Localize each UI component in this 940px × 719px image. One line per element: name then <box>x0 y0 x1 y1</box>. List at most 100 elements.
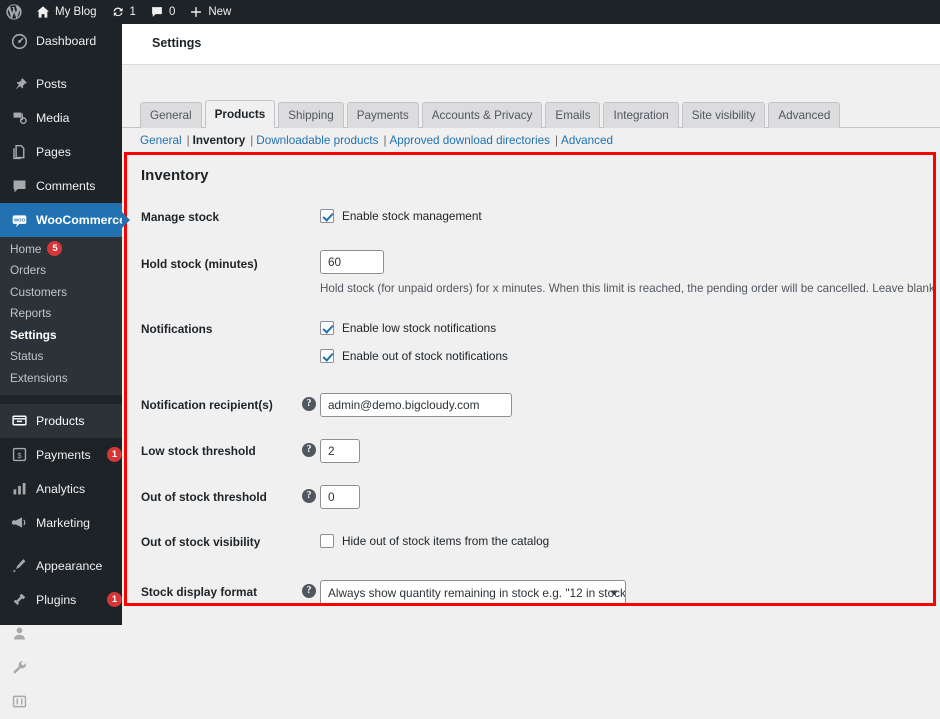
admin-sidebar: Dashboard Posts Media Pages Comments WOO WooCo… <box>0 24 130 709</box>
new-content-button[interactable]: New <box>182 0 238 24</box>
out-of-stock-threshold-input[interactable] <box>320 485 360 509</box>
out-of-stock-notifications-checkbox[interactable] <box>320 349 334 363</box>
subnav-separator: | <box>383 134 387 147</box>
tab-advanced[interactable]: Advanced <box>768 102 841 128</box>
sidebar-item-label: Comments <box>36 179 96 193</box>
tab-products[interactable]: Products <box>204 100 276 128</box>
subnav-separator: | <box>250 134 254 147</box>
sidebar-item-posts[interactable]: Posts <box>0 67 122 101</box>
stock-display-format-select[interactable]: Always show quantity remaining in stock … <box>320 580 626 603</box>
sidebar-item-label: Dashboard <box>36 34 97 48</box>
chevron-down-icon <box>610 590 618 595</box>
sidebar-item-badge: 1 <box>107 447 122 462</box>
submenu-item-home[interactable]: Home 5 <box>0 238 122 260</box>
tab-accounts-privacy[interactable]: Accounts & Privacy <box>421 102 543 128</box>
enable-stock-management-checkbox[interactable] <box>320 209 334 223</box>
sidebar-item-label: Plugins <box>36 592 77 607</box>
sidebar-item-settings[interactable]: Settings <box>0 685 122 719</box>
manage-stock-label: Manage stock <box>141 210 220 224</box>
submenu-item-extensions[interactable]: Extensions <box>0 367 122 389</box>
settings-tabs: General Products Shipping Payments Accounts … <box>140 100 940 128</box>
updates-count: 1 <box>129 6 136 18</box>
sidebar-item-badge: 1 <box>107 592 122 607</box>
hold-stock-input[interactable] <box>320 250 384 274</box>
sidebar-item-marketing[interactable]: Marketing <box>0 506 122 540</box>
subnav-item-inventory[interactable]: Inventory <box>193 134 246 147</box>
tab-general[interactable]: General <box>140 102 202 128</box>
stock-display-format-help-icon[interactable]: ? <box>302 584 316 598</box>
page-header-bar: Settings <box>122 24 940 65</box>
sidebar-item-dashboard[interactable]: Dashboard <box>0 24 122 58</box>
sidebar-item-media[interactable]: Media <box>0 101 122 135</box>
products-icon <box>9 411 29 431</box>
woocommerce-submenu: Home 5 Orders Customers Reports Settings Statu… <box>0 237 122 395</box>
home-icon <box>36 5 50 19</box>
stock-display-format-value: Always show quantity remaining in stock … <box>328 585 626 600</box>
tab-shipping[interactable]: Shipping <box>278 102 344 128</box>
submenu-item-badge: 5 <box>47 241 63 257</box>
sidebar-item-appearance[interactable]: Appearance <box>0 549 122 583</box>
wp-logo-button[interactable] <box>0 0 29 24</box>
sidebar-item-comments[interactable]: Comments <box>0 169 122 203</box>
sidebar-item-label: Posts <box>36 77 67 91</box>
new-content-label: New <box>208 6 232 18</box>
low-stock-notifications-checkbox[interactable] <box>320 321 334 335</box>
low-stock-threshold-input-wrap <box>320 439 360 463</box>
stock-display-format-select-wrap: Always show quantity remaining in stock … <box>320 580 626 603</box>
low-stock-threshold-help-icon[interactable]: ? <box>302 443 316 457</box>
enable-stock-management-label: Enable stock management <box>342 209 482 223</box>
comment-icon <box>9 176 29 196</box>
submenu-item-settings[interactable]: Settings <box>0 324 122 346</box>
notification-recipients-label: Notification recipient(s) <box>141 398 273 412</box>
woocommerce-icon: WOO <box>9 210 29 230</box>
submenu-item-reports[interactable]: Reports <box>0 303 122 325</box>
submenu-item-customers[interactable]: Customers <box>0 281 122 303</box>
out-of-stock-threshold-help-icon[interactable]: ? <box>302 489 316 503</box>
notification-recipients-help-icon[interactable]: ? <box>302 397 316 411</box>
low-stock-notifications-checkbox-row[interactable]: Enable low stock notifications <box>320 321 496 335</box>
tab-payments[interactable]: Payments <box>346 102 419 128</box>
enable-stock-management-checkbox-row[interactable]: Enable stock management <box>320 209 482 223</box>
tab-emails[interactable]: Emails <box>545 102 601 128</box>
updates-button[interactable]: 1 <box>104 0 143 24</box>
tab-site-visibility[interactable]: Site visibility <box>681 102 766 128</box>
tab-integration[interactable]: Integration <box>603 102 679 128</box>
media-icon <box>9 108 29 128</box>
sidebar-item-label: Products <box>36 413 85 428</box>
hold-stock-label: Hold stock (minutes) <box>141 257 258 271</box>
comments-button[interactable]: 0 <box>143 0 182 24</box>
subnav-item-downloadable-products[interactable]: Downloadable products <box>256 134 378 147</box>
low-stock-notifications-label: Enable low stock notifications <box>342 321 497 335</box>
subnav-item-advanced[interactable]: Advanced <box>561 134 613 147</box>
sidebar-item-analytics[interactable]: Analytics <box>0 472 122 506</box>
hide-out-of-stock-checkbox-row[interactable]: Hide out of stock items from the catalog <box>320 534 549 548</box>
sidebar-item-users[interactable]: Users <box>0 617 122 651</box>
hide-out-of-stock-label: Hide out of stock items from the catalog <box>342 534 550 548</box>
sidebar-item-pages[interactable]: Pages <box>0 135 122 169</box>
hide-out-of-stock-checkbox[interactable] <box>320 534 334 548</box>
sidebar-item-tools[interactable]: Tools <box>0 651 122 685</box>
low-stock-threshold-label: Low stock threshold <box>141 444 256 458</box>
payments-icon: $ <box>9 445 29 465</box>
sidebar-item-payments[interactable]: $ Payments 1 <box>0 438 122 472</box>
out-of-stock-notifications-checkbox-row[interactable]: Enable out of stock notifications <box>320 349 508 363</box>
submenu-item-status[interactable]: Status <box>0 346 122 368</box>
marketing-icon <box>9 513 29 533</box>
subnav-item-general[interactable]: General <box>140 134 182 147</box>
sidebar-item-plugins[interactable]: Plugins 1 <box>0 583 122 617</box>
settings-icon <box>9 692 29 712</box>
subnav-separator: | <box>554 134 559 147</box>
users-icon <box>9 624 29 644</box>
submenu-item-orders[interactable]: Orders <box>0 260 122 282</box>
notification-recipients-input[interactable] <box>320 393 512 417</box>
sidebar-item-woocommerce[interactable]: WOO WooCommerce <box>0 203 130 237</box>
site-name-button[interactable]: My Blog <box>29 0 104 24</box>
sidebar-item-products[interactable]: Products <box>0 403 122 438</box>
site-name-label: My Blog <box>55 6 97 18</box>
admin-bar: My Blog 1 0 New <box>0 0 940 24</box>
submenu-item-label: Orders <box>10 263 47 278</box>
low-stock-threshold-input[interactable] <box>320 439 360 463</box>
submenu-item-label: Extensions <box>10 370 68 385</box>
sidebar-item-label: Media <box>36 111 70 125</box>
subnav-item-approved-download-directories[interactable]: Approved download directories <box>390 134 550 147</box>
